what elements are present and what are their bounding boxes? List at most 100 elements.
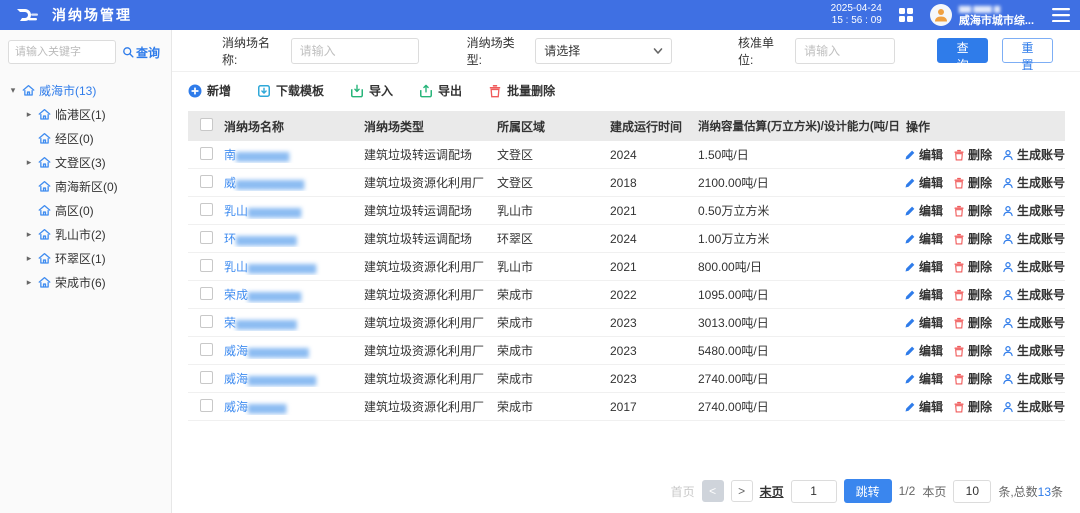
approver-label: 核准单位: bbox=[738, 34, 787, 68]
edit-button[interactable]: 编辑 bbox=[904, 314, 943, 331]
delete-button[interactable]: 删除 bbox=[953, 174, 992, 191]
site-name-link[interactable]: 南▆▆▆▆▆▆▆ bbox=[218, 146, 358, 163]
last-page-button[interactable]: 末页 bbox=[760, 483, 784, 500]
delete-button[interactable]: 删除 bbox=[953, 286, 992, 303]
generate-account-button[interactable]: 生成账号 bbox=[1002, 202, 1065, 219]
import-button[interactable]: 导入 bbox=[350, 82, 393, 99]
home-icon bbox=[38, 228, 51, 241]
expand-icon[interactable]: ▸ bbox=[24, 277, 34, 288]
site-name-link[interactable]: 威海▆▆▆▆▆▆▆▆ bbox=[218, 342, 358, 359]
tree-node-huancui[interactable]: ▸ 环翠区(1) bbox=[8, 246, 163, 270]
site-type-select[interactable]: 请选择 bbox=[535, 38, 672, 64]
expand-icon[interactable]: ▸ bbox=[24, 229, 34, 240]
generate-account-button[interactable]: 生成账号 bbox=[1002, 258, 1065, 275]
sites-table: 消纳场名称 消纳场类型 所属区域 建成运行时间 消纳容量估算(万立方米)/设计能… bbox=[188, 111, 1065, 421]
first-page-button[interactable]: 首页 bbox=[671, 483, 695, 500]
expand-icon[interactable]: ▸ bbox=[24, 157, 34, 168]
generate-account-button[interactable]: 生成账号 bbox=[1002, 230, 1065, 247]
row-checkbox[interactable] bbox=[200, 315, 213, 328]
site-name-link[interactable]: 环▆▆▆▆▆▆▆▆ bbox=[218, 230, 358, 247]
edit-button[interactable]: 编辑 bbox=[904, 342, 943, 359]
approver-input[interactable] bbox=[795, 38, 895, 64]
site-name-input[interactable] bbox=[291, 38, 419, 64]
tree-node-rongcheng[interactable]: ▸ 荣成市(6) bbox=[8, 270, 163, 294]
delete-button[interactable]: 删除 bbox=[953, 258, 992, 275]
site-name-link[interactable]: 乳山▆▆▆▆▆▆▆ bbox=[218, 202, 358, 219]
row-checkbox[interactable] bbox=[200, 287, 213, 300]
generate-account-button[interactable]: 生成账号 bbox=[1002, 174, 1065, 191]
export-button[interactable]: 导出 bbox=[419, 82, 462, 99]
jump-button[interactable]: 跳转 bbox=[844, 479, 892, 503]
edit-button[interactable]: 编辑 bbox=[904, 174, 943, 191]
sidebar-search-button[interactable]: 查询 bbox=[122, 44, 160, 61]
generate-account-button[interactable]: 生成账号 bbox=[1002, 370, 1065, 387]
apps-grid-icon[interactable] bbox=[898, 7, 914, 23]
edit-button[interactable]: 编辑 bbox=[904, 286, 943, 303]
site-name-link[interactable]: 威海▆▆▆▆▆▆▆▆▆ bbox=[218, 370, 358, 387]
row-checkbox[interactable] bbox=[200, 203, 213, 216]
user-info[interactable]: ▆▆ ▆▆▆ ▆ 威海市城市综... bbox=[959, 3, 1034, 27]
row-checkbox[interactable] bbox=[200, 231, 213, 244]
tree-node-rushan[interactable]: ▸ 乳山市(2) bbox=[8, 222, 163, 246]
generate-account-button[interactable]: 生成账号 bbox=[1002, 398, 1065, 415]
delete-button[interactable]: 删除 bbox=[953, 398, 992, 415]
expand-icon[interactable]: ▾ bbox=[8, 85, 18, 96]
site-name-link[interactable]: 乳山▆▆▆▆▆▆▆▆▆ bbox=[218, 258, 358, 275]
site-name-link[interactable]: 荣▆▆▆▆▆▆▆▆ bbox=[218, 314, 358, 331]
total-text: 条,总数13条 bbox=[998, 483, 1063, 500]
row-checkbox[interactable] bbox=[200, 175, 213, 188]
pencil-icon bbox=[904, 317, 916, 329]
site-name-link[interactable]: 荣成▆▆▆▆▆▆▆ bbox=[218, 286, 358, 303]
generate-account-button[interactable]: 生成账号 bbox=[1002, 146, 1065, 163]
search-button[interactable]: 查询 bbox=[937, 38, 988, 63]
page-number-input[interactable] bbox=[791, 480, 837, 503]
batch-delete-button[interactable]: 批量删除 bbox=[488, 82, 555, 99]
site-type-cell: 建筑垃圾资源化利用厂 bbox=[358, 314, 491, 331]
row-checkbox[interactable] bbox=[200, 371, 213, 384]
generate-account-button[interactable]: 生成账号 bbox=[1002, 286, 1065, 303]
delete-button[interactable]: 删除 bbox=[953, 342, 992, 359]
expand-icon[interactable]: ▸ bbox=[24, 253, 34, 264]
delete-button[interactable]: 删除 bbox=[953, 314, 992, 331]
download-template-button[interactable]: 下载模板 bbox=[257, 82, 324, 99]
delete-button[interactable]: 删除 bbox=[953, 370, 992, 387]
row-checkbox[interactable] bbox=[200, 399, 213, 412]
generate-account-button[interactable]: 生成账号 bbox=[1002, 314, 1065, 331]
tree-node-gaoqu[interactable]: 高区(0) bbox=[8, 198, 163, 222]
tree-node-weihai[interactable]: ▾ 威海市(13) bbox=[8, 78, 163, 102]
per-page-label: 本页 bbox=[922, 483, 946, 500]
prev-page-button[interactable]: < bbox=[702, 480, 724, 502]
edit-button[interactable]: 编辑 bbox=[904, 370, 943, 387]
row-checkbox[interactable] bbox=[200, 147, 213, 160]
edit-button[interactable]: 编辑 bbox=[904, 202, 943, 219]
generate-account-button[interactable]: 生成账号 bbox=[1002, 342, 1065, 359]
tree-node-label: 荣成市(6) bbox=[55, 274, 106, 291]
add-button[interactable]: 新增 bbox=[188, 82, 231, 99]
user-icon bbox=[1002, 345, 1014, 357]
delete-button[interactable]: 删除 bbox=[953, 230, 992, 247]
row-checkbox[interactable] bbox=[200, 343, 213, 356]
expand-icon[interactable]: ▸ bbox=[24, 109, 34, 120]
keyword-search-input[interactable] bbox=[8, 40, 116, 64]
year-cell: 2023 bbox=[604, 372, 692, 386]
delete-button[interactable]: 删除 bbox=[953, 202, 992, 219]
edit-button[interactable]: 编辑 bbox=[904, 230, 943, 247]
menu-burger-icon[interactable] bbox=[1052, 8, 1070, 22]
region-cell: 文登区 bbox=[491, 174, 604, 191]
site-name-link[interactable]: 威海▆▆▆▆▆ bbox=[218, 398, 358, 415]
delete-button[interactable]: 删除 bbox=[953, 146, 992, 163]
tree-node-nanhai[interactable]: 南海新区(0) bbox=[8, 174, 163, 198]
edit-button[interactable]: 编辑 bbox=[904, 146, 943, 163]
tree-node-jingqu[interactable]: 经区(0) bbox=[8, 126, 163, 150]
site-name-link[interactable]: 威▆▆▆▆▆▆▆▆▆ bbox=[218, 174, 358, 191]
next-page-button[interactable]: > bbox=[731, 480, 753, 502]
per-page-input[interactable] bbox=[953, 480, 991, 503]
row-checkbox[interactable] bbox=[200, 259, 213, 272]
tree-node-wendeng[interactable]: ▸ 文登区(3) bbox=[8, 150, 163, 174]
select-all-checkbox[interactable] bbox=[200, 118, 213, 131]
edit-button[interactable]: 编辑 bbox=[904, 398, 943, 415]
reset-button[interactable]: 重置 bbox=[1002, 38, 1053, 63]
avatar[interactable] bbox=[930, 4, 952, 26]
edit-button[interactable]: 编辑 bbox=[904, 258, 943, 275]
tree-node-lingang[interactable]: ▸ 临港区(1) bbox=[8, 102, 163, 126]
